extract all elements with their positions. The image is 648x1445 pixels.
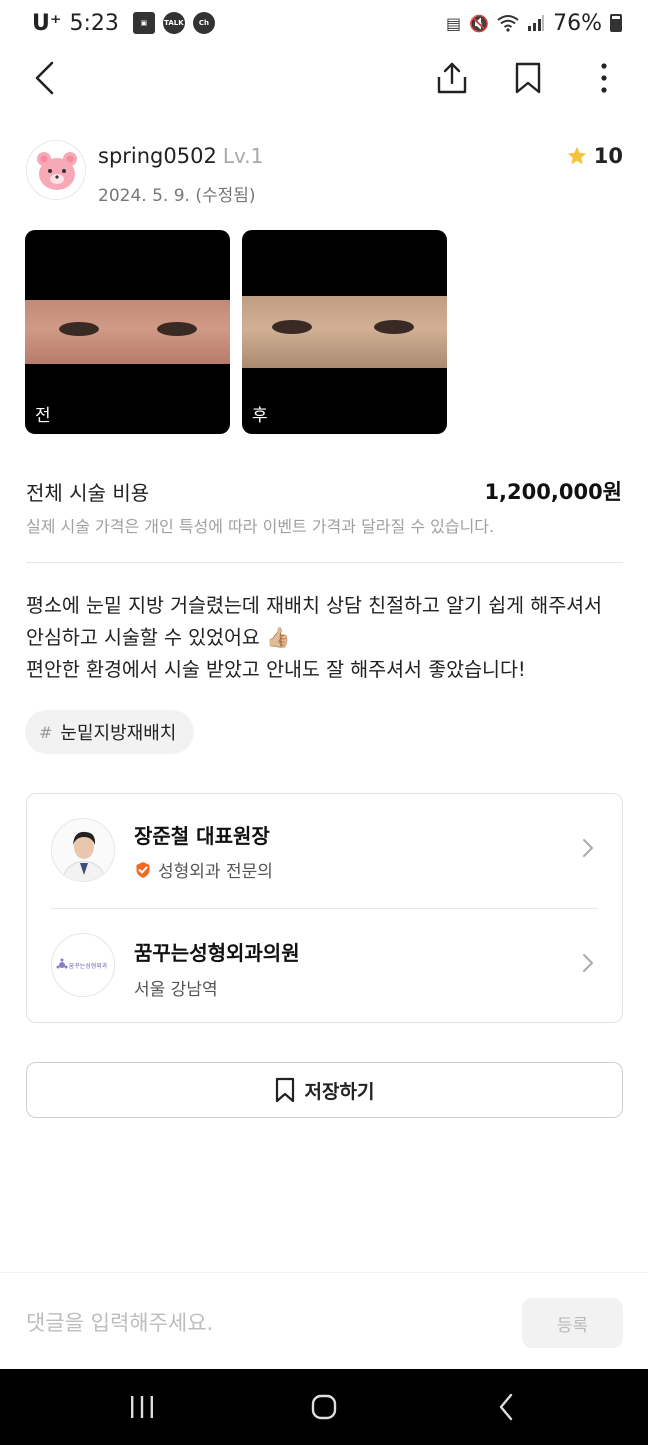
related-info-card: 장준철 대표원장 성형외과 전문의 꿈꾸는성형외과 꿈꾸는성형외과의원 서울 강… [26, 793, 623, 1023]
clinic-name: 꿈꾸는성형외과의원 [134, 941, 300, 965]
carrier-label: U⁺ [32, 10, 62, 36]
chevron-left-icon [35, 61, 54, 95]
comment-input[interactable] [26, 1303, 496, 1343]
back-button[interactable] [18, 52, 70, 104]
home-button[interactable] [284, 1369, 364, 1445]
doctor-name: 장준철 대표원장 [134, 824, 270, 848]
before-label: 전 [35, 406, 51, 426]
more-options-button[interactable] [578, 52, 630, 104]
divider [26, 562, 623, 563]
status-bar: U⁺ 5:23 ▣ TALK Ch ▤ 🔇 76% [0, 0, 648, 46]
system-back-button[interactable] [466, 1369, 546, 1445]
total-cost-value: 1,200,000원 [484, 480, 622, 504]
before-eye-image [25, 300, 230, 364]
wifi-icon [497, 15, 519, 32]
doctor-portrait-icon [52, 819, 114, 881]
system-navigation-bar [0, 1369, 648, 1445]
kakaotalk-icon: TALK [162, 12, 185, 34]
hashtag-chip[interactable]: # 눈밑지방재배치 [25, 710, 195, 754]
battery-icon [610, 14, 622, 32]
back-arrow-icon [499, 1393, 513, 1421]
clinic-location-text: 서울 강남역 [134, 980, 218, 1000]
username[interactable]: spring0502 Lv.1 [98, 144, 263, 168]
share-icon [437, 62, 467, 94]
hashtag-label: 눈밑지방재배치 [60, 723, 177, 744]
before-photo[interactable]: 전 [25, 230, 230, 434]
review-body: 평소에 눈밑 지방 거슬렸는데 재배치 상담 친절하고 알기 쉽게 해주셔서 안… [26, 594, 603, 681]
cost-disclaimer: 실제 시술 가격은 개인 특성에 따라 이벤트 가격과 달라질 수 있습니다. [26, 517, 495, 536]
user-level: Lv.1 [222, 144, 264, 168]
save-button-label: 저장하기 [304, 1080, 375, 1103]
channel-icon: Ch [192, 12, 215, 34]
after-label: 후 [252, 406, 268, 426]
hash-icon: # [39, 722, 53, 742]
star-icon [567, 146, 586, 165]
more-vertical-icon [601, 63, 607, 93]
clinic-logo-icon: 꿈꾸는성형외과 [56, 958, 108, 970]
total-cost-title: 전체 시술 비용 [26, 481, 150, 505]
avatar[interactable] [26, 140, 86, 200]
clinic-location: 서울 강남역 [134, 975, 218, 1000]
recents-icon [131, 1396, 153, 1418]
battery-percent: 76% [553, 10, 602, 36]
bookmark-icon [515, 62, 541, 94]
clinic-logo: 꿈꾸는성형외과 [51, 933, 115, 997]
doctor-photo [51, 818, 115, 882]
top-navigation [0, 52, 648, 104]
home-icon [311, 1394, 337, 1420]
doctor-specialty: 성형외과 전문의 [158, 862, 273, 882]
clinic-row[interactable]: 꿈꾸는성형외과 꿈꾸는성형외과의원 서울 강남역 [27, 909, 622, 1023]
bookmark-icon [275, 1077, 294, 1103]
mute-icon: 🔇 [469, 13, 490, 33]
review-author: spring0502 Lv.1 2024. 5. 9. (수정됨) 10 [26, 140, 623, 206]
signal-icon [528, 15, 545, 31]
save-button[interactable]: 저장하기 [26, 1062, 623, 1118]
review-date: 2024. 5. 9. (수정됨) [98, 186, 256, 206]
after-eye-image [242, 296, 447, 368]
doctor-row[interactable]: 장준철 대표원장 성형외과 전문의 [27, 794, 622, 908]
doctor-credential: 성형외과 전문의 [134, 857, 273, 882]
submit-comment-button[interactable]: 등록 [522, 1298, 623, 1348]
chevron-right-icon [583, 839, 593, 857]
bear-avatar-icon [37, 152, 77, 190]
share-button[interactable] [426, 52, 478, 104]
nfc-icon: ▤ [446, 13, 462, 33]
rating-value: 10 [593, 144, 623, 168]
verified-badge-icon [136, 861, 150, 878]
recent-apps-button[interactable] [102, 1369, 182, 1445]
clock: 5:23 [69, 10, 119, 36]
rating: 10 [566, 144, 623, 168]
bookmark-button[interactable] [502, 52, 554, 104]
chevron-right-icon [583, 954, 593, 972]
after-photo[interactable]: 후 [242, 230, 447, 434]
username-text: spring0502 [98, 144, 217, 168]
clinic-logo-text: 꿈꾸는성형외과 [69, 962, 108, 970]
comment-bar: 등록 [0, 1272, 648, 1368]
gallery-icon: ▣ [132, 12, 155, 34]
